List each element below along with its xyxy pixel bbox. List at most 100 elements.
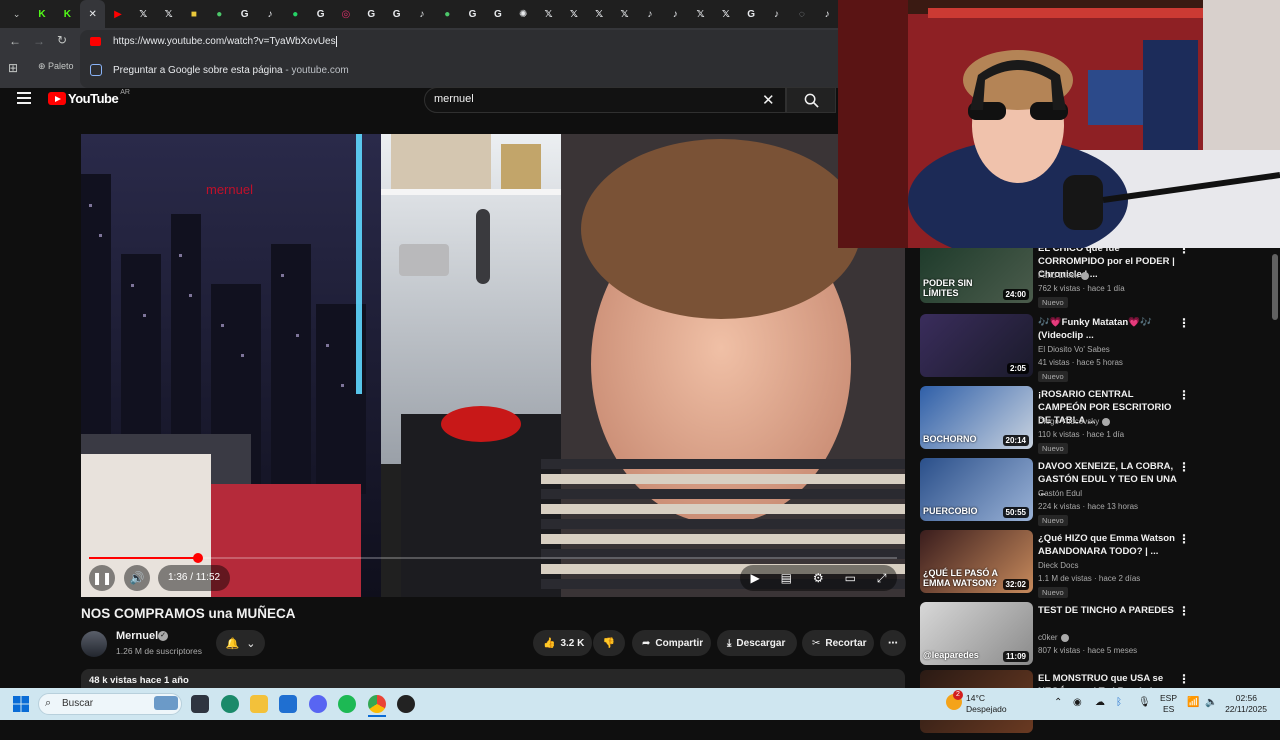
- reload-icon[interactable]: ↻: [57, 33, 67, 47]
- edge-icon[interactable]: [221, 695, 239, 713]
- theater-mode-icon[interactable]: ▭: [845, 571, 856, 585]
- browser-tab[interactable]: ▶: [105, 0, 130, 28]
- browser-tab[interactable]: ■: [181, 0, 206, 28]
- browser-tab[interactable]: ●: [207, 0, 232, 28]
- discord-icon[interactable]: [309, 695, 327, 713]
- more-actions-button[interactable]: ⋯: [880, 630, 906, 656]
- pause-button[interactable]: ❚❚: [89, 565, 115, 591]
- browser-tab[interactable]: 𝕏: [561, 0, 586, 28]
- channel-name[interactable]: Mernuel: [116, 630, 158, 642]
- tab-list-dropdown-icon[interactable]: ⌄: [4, 0, 29, 28]
- scrollbar-thumb[interactable]: [1272, 254, 1278, 320]
- wifi-icon[interactable]: 📶: [1187, 698, 1199, 708]
- recommended-video[interactable]: 2:05 🎶💗Funky Matatan💗🎶 (Videoclip ... El D…: [920, 314, 1195, 384]
- notifications-button[interactable]: 🔔 ⌄: [216, 630, 265, 656]
- recommended-video[interactable]: PODER SIN LÍMITES 24:00 EL CHICO que fue C…: [920, 240, 1195, 310]
- channel-name[interactable]: c0ker: [1038, 633, 1069, 642]
- browser-tab[interactable]: ✕: [79, 0, 106, 28]
- clock-date[interactable]: 22/11/2025: [1213, 704, 1267, 714]
- browser-tab[interactable]: K: [55, 0, 80, 28]
- video-title[interactable]: 🎶💗Funky Matatan💗🎶 (Videoclip ...: [1038, 316, 1178, 342]
- browser-tab[interactable]: ♪: [663, 0, 688, 28]
- browser-tab[interactable]: 𝕏: [131, 0, 156, 28]
- browser-tab[interactable]: 𝕏: [612, 0, 637, 28]
- fullscreen-icon[interactable]: ⤢: [877, 571, 887, 586]
- channel-name[interactable]: Farid Dieck: [1038, 271, 1090, 280]
- tray-app-icon[interactable]: ◉: [1073, 698, 1082, 708]
- progress-bar[interactable]: [89, 557, 897, 559]
- channel-name[interactable]: El Diosito Vo' Sabes: [1038, 345, 1110, 354]
- browser-tab[interactable]: 𝕏: [536, 0, 561, 28]
- recommended-video[interactable]: ¿QUÉ LE PASÓ A EMMA WATSON? 32:02 ¿Qué HIZ…: [920, 530, 1195, 600]
- hamburger-menu-icon[interactable]: [17, 92, 31, 107]
- browser-tab[interactable]: ●: [435, 0, 460, 28]
- file-explorer-icon[interactable]: [250, 695, 268, 713]
- browser-tab[interactable]: ◎: [333, 0, 358, 28]
- omnibox-suggestion[interactable]: Preguntar a Google sobre esta página - y…: [113, 65, 349, 76]
- back-icon[interactable]: ←: [9, 34, 21, 48]
- video-thumbnail[interactable]: PUERCOBIO 50:55: [920, 458, 1033, 521]
- browser-tab[interactable]: ♪: [257, 0, 282, 28]
- video-thumbnail[interactable]: ¿QUÉ LE PASÓ A EMMA WATSON? 32:02: [920, 530, 1033, 593]
- recommended-video[interactable]: @leaparedes 11:09 TEST DE TINCHO A PAREDES…: [920, 602, 1195, 672]
- search-button[interactable]: [786, 87, 836, 113]
- spotify-icon[interactable]: [338, 695, 356, 713]
- channel-name[interactable]: Diego Yudcovsky: [1038, 417, 1111, 426]
- browser-tab[interactable]: ◌: [789, 0, 814, 28]
- subtitles-icon[interactable]: ▤: [781, 571, 792, 585]
- browser-tab[interactable]: ♪: [637, 0, 662, 28]
- tray-chat-icon[interactable]: ☁: [1095, 698, 1105, 708]
- browser-tab[interactable]: ♪: [409, 0, 434, 28]
- more-options-icon[interactable]: ⋮: [1178, 604, 1190, 618]
- channel-name[interactable]: Gastón Edul: [1038, 489, 1082, 498]
- obs-icon[interactable]: [397, 695, 415, 713]
- video-player[interactable]: mernuel: [81, 134, 905, 597]
- browser-tab[interactable]: ●: [283, 0, 308, 28]
- more-options-icon[interactable]: ⋮: [1178, 316, 1190, 330]
- bluetooth-icon[interactable]: ᛒ: [1116, 698, 1122, 708]
- volume-button[interactable]: 🔊: [124, 565, 150, 591]
- youtube-logo[interactable]: YouTube AR: [48, 89, 130, 106]
- channel-name[interactable]: Dieck Docs: [1038, 561, 1078, 570]
- more-options-icon[interactable]: ⋮: [1178, 388, 1190, 402]
- search-input[interactable]: [424, 87, 786, 113]
- browser-tab[interactable]: K: [29, 0, 54, 28]
- browser-tab[interactable]: ♪: [815, 0, 840, 28]
- windows-start-icon[interactable]: [13, 696, 29, 712]
- browser-tab[interactable]: ✺: [511, 0, 536, 28]
- video-thumbnail[interactable]: 2:05: [920, 314, 1033, 377]
- recommended-video[interactable]: PUERCOBIO 50:55 DAVOO XENEIZE, LA COBRA, G…: [920, 458, 1195, 528]
- more-options-icon[interactable]: ⋮: [1178, 672, 1190, 686]
- browser-tab[interactable]: G: [308, 0, 333, 28]
- share-button[interactable]: ➦ Compartir: [632, 630, 711, 656]
- browser-tab[interactable]: G: [232, 0, 257, 28]
- bookmark-item[interactable]: ⊕ Paleto: [38, 61, 74, 72]
- address-input[interactable]: https://www.youtube.com/watch?v=TyaWbXov…: [113, 36, 337, 47]
- video-thumbnail[interactable]: PODER SIN LÍMITES 24:00: [920, 240, 1033, 303]
- settings-icon[interactable]: ⚙: [813, 571, 824, 585]
- like-button[interactable]: 👍 3.2 K: [533, 630, 592, 656]
- browser-tab[interactable]: G: [384, 0, 409, 28]
- browser-tab[interactable]: 𝕏: [688, 0, 713, 28]
- browser-tab[interactable]: G: [485, 0, 510, 28]
- tray-chevron-icon[interactable]: ⌃: [1054, 698, 1062, 708]
- task-view-icon[interactable]: [191, 695, 209, 713]
- more-options-icon[interactable]: ⋮: [1178, 532, 1190, 546]
- browser-tab[interactable]: 𝕏: [156, 0, 181, 28]
- download-button[interactable]: ⤓ Descargar: [717, 630, 797, 656]
- video-thumbnail[interactable]: BOCHORNO 20:14: [920, 386, 1033, 449]
- video-title[interactable]: TEST DE TINCHO A PAREDES: [1038, 604, 1178, 617]
- store-icon[interactable]: [279, 695, 297, 713]
- browser-tab[interactable]: ♪: [764, 0, 789, 28]
- apps-grid-icon[interactable]: ⊞: [8, 61, 18, 75]
- video-thumbnail[interactable]: @leaparedes 11:09: [920, 602, 1033, 665]
- chrome-icon[interactable]: [368, 695, 386, 713]
- autoplay-icon[interactable]: ▶: [750, 571, 759, 585]
- browser-tab[interactable]: 𝕏: [587, 0, 612, 28]
- clear-search-icon[interactable]: ✕: [762, 91, 775, 109]
- browser-tab[interactable]: G: [359, 0, 384, 28]
- browser-tab[interactable]: G: [460, 0, 485, 28]
- keyboard-layout[interactable]: ES: [1163, 704, 1174, 714]
- recommended-video[interactable]: BOCHORNO 20:14 ¡ROSARIO CENTRAL CAMPEÓN PO…: [920, 386, 1195, 456]
- clock-time[interactable]: 02:56: [1219, 693, 1257, 703]
